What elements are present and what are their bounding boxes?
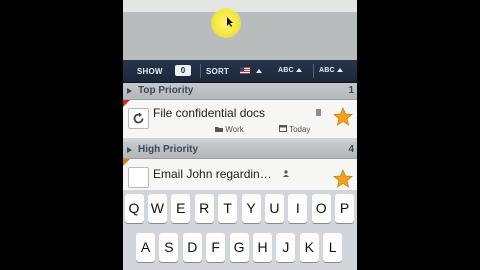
key-j[interactable]: J	[276, 233, 296, 262]
key-u[interactable]: U	[264, 194, 284, 223]
sort-label: SORT	[206, 67, 230, 76]
key-d[interactable]: D	[182, 233, 202, 262]
key-a[interactable]: A	[136, 233, 155, 262]
sort-ascending-icon	[336, 68, 343, 73]
key-i[interactable]: I	[288, 194, 308, 223]
sort-toolbar: SHOW 0 SORT ABC ABC	[123, 60, 357, 83]
collapse-caret-icon	[127, 88, 132, 94]
key-o[interactable]: O	[311, 194, 331, 223]
task-title: File confidential docs	[153, 106, 266, 120]
repeat-icon	[133, 112, 144, 124]
person-icon	[283, 170, 289, 177]
key-k[interactable]: K	[299, 233, 319, 262]
section-header-high-priority[interactable]: High Priority 4	[123, 142, 357, 159]
key-w[interactable]: W	[147, 194, 167, 223]
sort-ascending-icon[interactable]	[256, 69, 262, 73]
key-q[interactable]: Q	[124, 194, 144, 223]
sort-alpha-button-2[interactable]: ABC	[319, 67, 343, 74]
section-count: 1	[348, 85, 354, 96]
key-e[interactable]: E	[171, 194, 191, 223]
task-row[interactable]: File confidential docs Work Today	[123, 100, 357, 139]
show-label[interactable]: SHOW	[137, 67, 163, 76]
collapse-caret-icon	[127, 147, 132, 153]
note-icon	[316, 109, 321, 116]
due-label: Today	[289, 125, 311, 134]
key-p[interactable]: P	[335, 194, 355, 223]
task-checkbox[interactable]	[128, 108, 149, 129]
key-g[interactable]: G	[229, 233, 249, 262]
folder-icon	[215, 127, 223, 132]
key-s[interactable]: S	[159, 233, 179, 262]
key-f[interactable]: F	[206, 233, 226, 262]
phone-screen: SHOW 0 SORT ABC ABC Top Priority 1 File …	[123, 0, 357, 270]
toolbar-divider	[313, 64, 314, 78]
task-folder: Work	[215, 125, 244, 134]
flag-icon[interactable]	[240, 67, 250, 74]
priority-flag-icon	[123, 159, 130, 166]
star-icon[interactable]	[333, 169, 353, 189]
on-screen-keyboard: QWERTYUIOP ASDFGHJKL	[123, 190, 357, 270]
section-title: High Priority	[138, 144, 199, 155]
status-strip	[123, 0, 357, 12]
key-h[interactable]: H	[253, 233, 272, 262]
sort-alpha-button-1[interactable]: ABC	[278, 67, 302, 74]
key-r[interactable]: R	[194, 194, 214, 223]
priority-flag-icon	[123, 100, 130, 107]
key-t[interactable]: T	[218, 194, 238, 223]
pointer-icon	[227, 17, 233, 27]
section-count: 4	[348, 144, 354, 155]
task-due: Today	[279, 125, 310, 134]
sort-ascending-icon	[295, 68, 302, 73]
key-y[interactable]: Y	[241, 194, 261, 223]
show-count-badge[interactable]: 0	[175, 65, 191, 76]
section-header-top-priority[interactable]: Top Priority 1	[123, 83, 357, 100]
key-l[interactable]: L	[323, 233, 343, 262]
calendar-icon	[279, 125, 287, 132]
task-checkbox[interactable]	[128, 167, 149, 188]
section-title: Top Priority	[138, 85, 194, 96]
star-icon[interactable]	[333, 107, 353, 127]
task-title: Email John regardin…	[153, 167, 272, 181]
folder-label: Work	[225, 125, 244, 134]
toolbar-divider	[200, 64, 201, 78]
